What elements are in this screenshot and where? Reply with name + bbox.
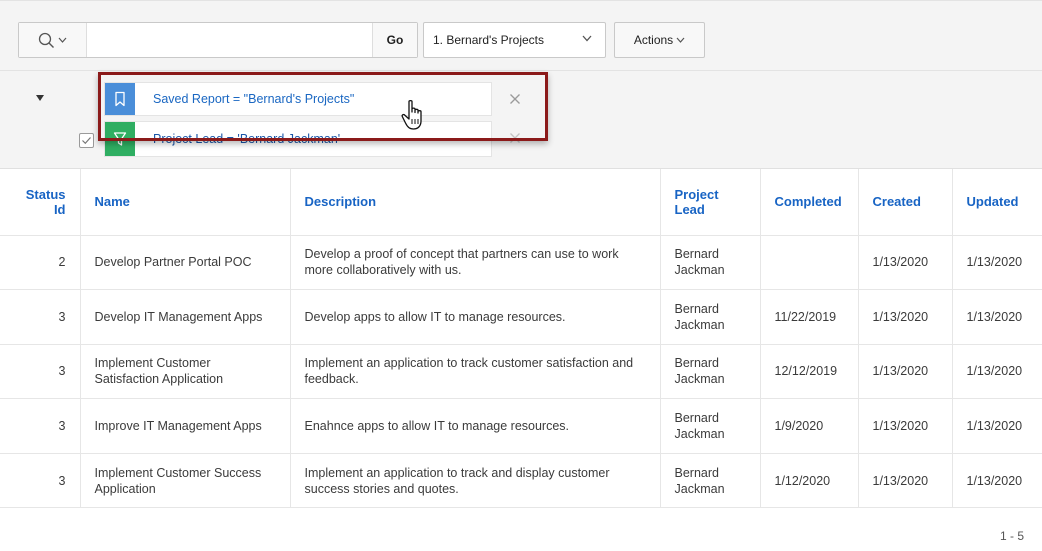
- saved-report-select-value: 1. Bernard's Projects: [433, 33, 545, 47]
- report-settings-region: Project Lead = 'Bernard Jackman' Saved R…: [0, 71, 1042, 169]
- cell-status-id: 3: [0, 289, 81, 345]
- cell-completed: 11/22/2019: [760, 289, 859, 345]
- cell-status-id: 3: [0, 398, 81, 454]
- cell-name: Implement Customer Satisfaction Applicat…: [80, 344, 291, 400]
- table-row: 2 Develop Partner Portal POC Develop a pro…: [0, 235, 1042, 291]
- close-icon: [510, 133, 520, 143]
- go-button[interactable]: Go: [372, 23, 417, 57]
- table-row: 3 Implement Customer Satisfaction Applica…: [0, 344, 1042, 400]
- remove-saved-report-button[interactable]: [506, 90, 524, 108]
- cell-updated: 1/13/2020: [952, 398, 1042, 454]
- table-row: 3 Improve IT Management Apps Enahnce apps …: [0, 398, 1042, 454]
- collapse-toggle-icon[interactable]: [34, 92, 46, 104]
- cell-project-lead: Bernard Jackman: [660, 235, 761, 291]
- cell-updated: 1/13/2020: [952, 235, 1042, 291]
- filter-icon: [113, 132, 127, 146]
- close-icon: [510, 94, 520, 104]
- cell-completed: 1/9/2020: [760, 398, 859, 454]
- cell-completed: [760, 235, 859, 291]
- cell-created: 1/13/2020: [858, 289, 953, 345]
- cell-updated: 1/13/2020: [952, 289, 1042, 345]
- cell-status-id: 3: [0, 344, 81, 400]
- saved-report-label[interactable]: Saved Report = "Bernard's Projects": [153, 83, 354, 115]
- cell-status-id: 3: [0, 453, 81, 509]
- actions-menu-button[interactable]: Actions: [614, 22, 705, 58]
- filter-enable-checkbox[interactable]: [79, 133, 94, 148]
- cell-updated: 1/13/2020: [952, 453, 1042, 509]
- chevron-down-icon: [676, 37, 685, 43]
- cell-project-lead: Bernard Jackman: [660, 289, 761, 345]
- cell-created: 1/13/2020: [858, 235, 953, 291]
- column-header-created[interactable]: Created: [858, 169, 953, 236]
- cell-name: Develop IT Management Apps: [80, 289, 291, 345]
- column-header-status-id[interactable]: Status Id: [0, 169, 81, 236]
- saved-report-select[interactable]: 1. Bernard's Projects: [423, 22, 606, 58]
- cell-completed: 1/12/2020: [760, 453, 859, 509]
- cell-description: Develop apps to allow IT to manage resou…: [290, 289, 661, 345]
- cell-description: Develop a proof of concept that partners…: [290, 235, 661, 291]
- cell-description: Implement an application to track and di…: [290, 453, 661, 509]
- table-header-row: Status Id Name Description Project Lead …: [0, 169, 1042, 236]
- column-header-description[interactable]: Description: [290, 169, 661, 236]
- cell-project-lead: Bernard Jackman: [660, 344, 761, 400]
- search-icon: [38, 32, 54, 48]
- search-input[interactable]: [87, 23, 372, 57]
- cell-created: 1/13/2020: [858, 398, 953, 454]
- saved-report-tag: [105, 83, 135, 115]
- cell-name: Implement Customer Success Application: [80, 453, 291, 509]
- cell-created: 1/13/2020: [858, 453, 953, 509]
- column-header-name[interactable]: Name: [80, 169, 291, 236]
- column-header-updated[interactable]: Updated: [952, 169, 1042, 236]
- chevron-down-icon: [582, 35, 592, 42]
- actions-label: Actions: [633, 33, 674, 47]
- filter-project-lead[interactable]: Project Lead = 'Bernard Jackman': [104, 121, 492, 157]
- cell-completed: 12/12/2019: [760, 344, 859, 400]
- search-column-button[interactable]: [19, 23, 87, 57]
- cell-updated: 1/13/2020: [952, 344, 1042, 400]
- column-header-completed[interactable]: Completed: [760, 169, 859, 236]
- table-row: 3 Develop IT Management Apps Develop apps …: [0, 289, 1042, 345]
- chevron-down-icon: [58, 37, 67, 43]
- search-group: Go: [18, 22, 418, 58]
- cell-name: Develop Partner Portal POC: [80, 235, 291, 291]
- column-header-project-lead[interactable]: Project Lead: [660, 169, 761, 236]
- cell-project-lead: Bernard Jackman: [660, 398, 761, 454]
- filter-tag: [105, 122, 135, 156]
- cell-created: 1/13/2020: [858, 344, 953, 400]
- table-row: 3 Implement Customer Success Application I…: [0, 453, 1042, 509]
- pagination-range: 1 - 5: [999, 529, 1024, 543]
- filter-label[interactable]: Project Lead = 'Bernard Jackman': [153, 122, 340, 156]
- remove-filter-button[interactable]: [506, 129, 524, 147]
- report-toolbar: Go 1. Bernard's Projects Actions: [0, 1, 1042, 71]
- interactive-report: Go 1. Bernard's Projects Actions Project…: [0, 0, 1042, 551]
- cell-description: Implement an application to track custom…: [290, 344, 661, 400]
- cell-name: Improve IT Management Apps: [80, 398, 291, 454]
- check-icon: [82, 137, 91, 145]
- cell-description: Enahnce apps to allow IT to manage resou…: [290, 398, 661, 454]
- bookmark-icon: [115, 91, 125, 107]
- filter-saved-report[interactable]: Saved Report = "Bernard's Projects": [104, 82, 492, 116]
- report-table: Status Id Name Description Project Lead …: [0, 169, 1042, 509]
- hand-pointer-cursor-icon: [401, 99, 422, 130]
- cell-project-lead: Bernard Jackman: [660, 453, 761, 509]
- cell-status-id: 2: [0, 235, 81, 291]
